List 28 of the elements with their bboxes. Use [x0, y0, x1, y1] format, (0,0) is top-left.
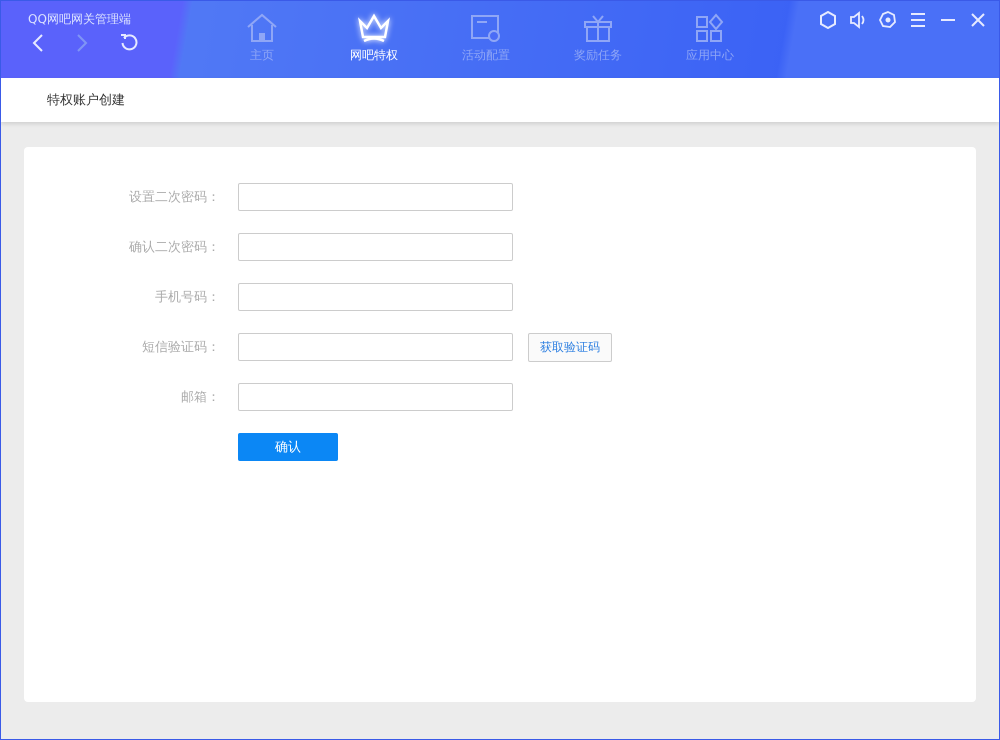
nav-tab[interactable]: 应用中心 — [654, 1, 766, 78]
field-label: 短信验证码： — [141, 339, 220, 356]
field-label: 手机号码： — [154, 289, 220, 306]
settings-icon[interactable] — [879, 11, 897, 31]
nav-tab[interactable]: 网吧特权 — [318, 1, 430, 78]
window-gear-icon — [469, 13, 503, 43]
crown-icon — [357, 13, 391, 43]
confirm-button[interactable]: 确认 — [238, 433, 338, 461]
input-field[interactable] — [238, 183, 513, 211]
speaker-icon[interactable] — [849, 11, 867, 31]
input-field[interactable] — [238, 383, 513, 411]
input-field[interactable] — [238, 283, 513, 311]
input-field[interactable] — [238, 233, 513, 261]
page-title: 特权账户创建 — [47, 92, 125, 109]
input-field[interactable] — [238, 333, 513, 361]
nav-tab[interactable]: 主页 — [206, 1, 318, 78]
app-title: QQ网吧网关管理端 — [28, 11, 132, 28]
back-icon[interactable] — [32, 34, 44, 52]
gift-icon — [581, 13, 615, 43]
house-icon — [245, 13, 279, 43]
get-code-button[interactable]: 获取验证码 — [528, 332, 612, 362]
nav-tab[interactable]: 奖励任务 — [542, 1, 654, 78]
hexagon-icon[interactable] — [819, 11, 837, 31]
field-label: 邮箱： — [180, 389, 220, 406]
field-label: 确认二次密码： — [128, 239, 220, 256]
refresh-icon[interactable] — [120, 34, 138, 52]
field-label: 设置二次密码： — [128, 189, 220, 206]
nav-tab[interactable]: 活动配置 — [430, 1, 542, 78]
